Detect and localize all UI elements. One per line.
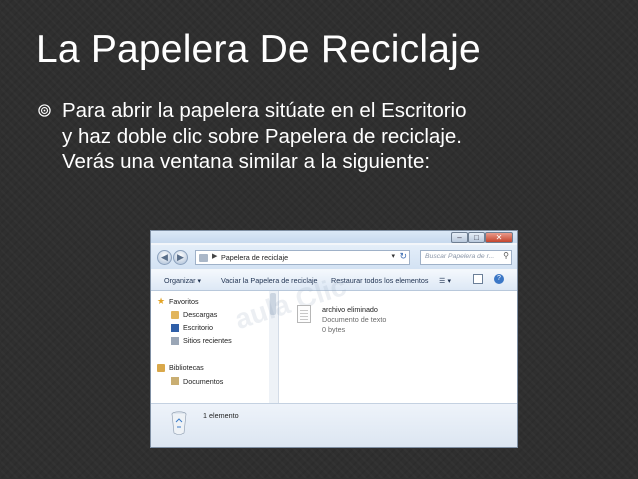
documents-icon (171, 377, 179, 385)
refresh-icon[interactable]: ↻ (399, 251, 407, 262)
recent-places-icon (171, 337, 179, 345)
minimize-button[interactable]: – (451, 232, 468, 243)
close-button[interactable]: ✕ (485, 232, 513, 243)
window-titlebar: – □ ✕ (151, 231, 517, 243)
preview-pane-icon[interactable] (473, 274, 483, 284)
nav-item-documents[interactable]: Documentos (183, 377, 223, 386)
recycle-folder-icon (199, 254, 208, 262)
back-button[interactable]: ◀ (157, 250, 172, 265)
item-count: 1 elemento (203, 411, 239, 420)
target-bullet-icon (38, 104, 51, 117)
search-icon: ⚲ (503, 251, 509, 260)
breadcrumb-arrow-icon: ▶ (212, 253, 218, 260)
nav-item-desktop[interactable]: Escritorio (183, 323, 213, 332)
restore-all-button[interactable]: Restaurar todos los elementos (331, 276, 428, 285)
maximize-button[interactable]: □ (468, 232, 485, 243)
nav-item-libraries[interactable]: Bibliotecas (169, 363, 204, 372)
search-placeholder: Buscar Papelera de r... (425, 253, 495, 260)
organize-button[interactable]: Organizar ▾ (164, 276, 201, 285)
slide-title: La Papelera De Reciclaje (36, 28, 481, 71)
breadcrumb[interactable]: Papelera de reciclaje (221, 253, 288, 262)
views-icon[interactable]: ☰ ▾ (439, 276, 451, 285)
nav-item-recent[interactable]: Sitios recientes (183, 336, 232, 345)
libraries-icon (157, 364, 165, 372)
address-row: ◀ ▶ ▶ Papelera de reciclaje ▾ ↻ Buscar P… (151, 245, 517, 269)
desktop-icon (171, 324, 179, 332)
bullet-text: Para abrir la papelera sitúate en el Esc… (62, 99, 467, 173)
file-size: 0 bytes (322, 325, 346, 334)
star-icon: ★ (157, 296, 166, 306)
file-type: Documento de texto (322, 315, 387, 324)
downloads-icon (171, 311, 179, 319)
file-name[interactable]: archivo eliminado (322, 305, 378, 314)
help-icon[interactable]: ? (494, 274, 504, 284)
text-file-icon[interactable] (297, 305, 311, 323)
forward-button[interactable]: ▶ (173, 250, 188, 265)
search-input[interactable]: Buscar Papelera de r... ⚲ (420, 250, 512, 265)
recycle-bin-icon (171, 411, 187, 435)
address-bar[interactable]: ▶ Papelera de reciclaje ▾ ↻ (195, 250, 410, 265)
nav-item-downloads[interactable]: Descargas (183, 310, 217, 319)
details-pane: 1 elemento (151, 403, 517, 447)
explorer-window-screenshot: – □ ✕ ◀ ▶ ▶ Papelera de reciclaje ▾ ↻ Bu… (150, 230, 518, 448)
nav-item-favorites[interactable]: Favoritos (169, 297, 199, 306)
address-dropdown-icon[interactable]: ▾ (391, 252, 395, 260)
